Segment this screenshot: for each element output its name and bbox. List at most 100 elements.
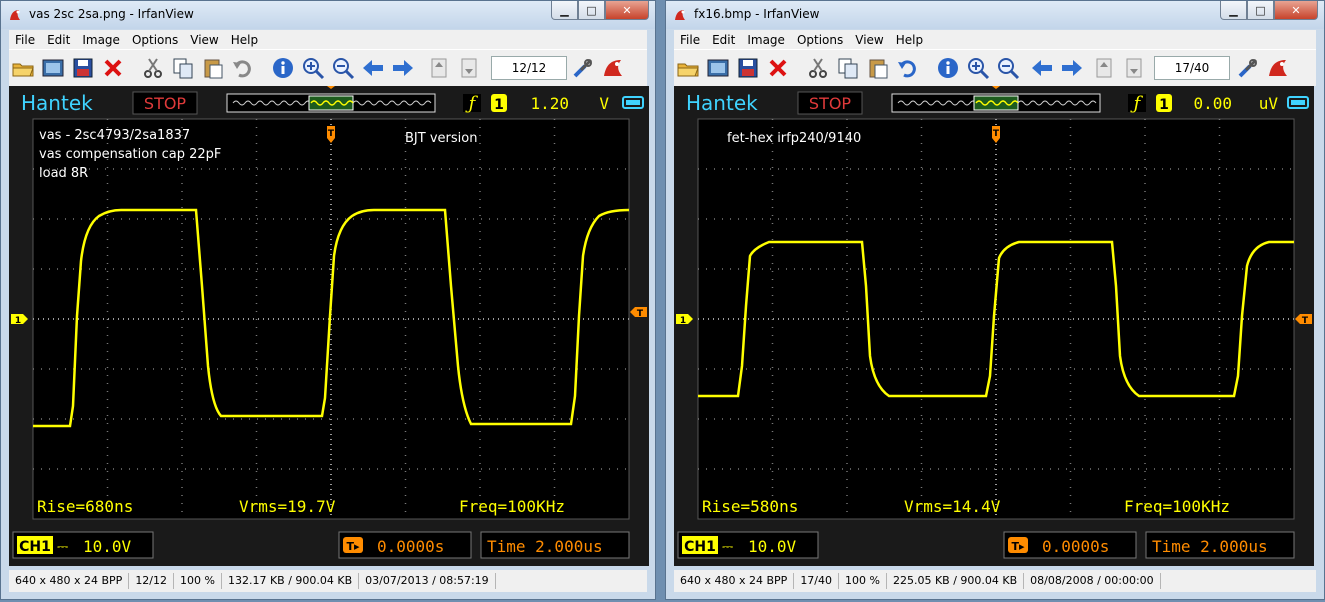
dc-coupling-icon: ⎓ (57, 539, 68, 555)
page-indicator[interactable]: 17/40 (1154, 56, 1230, 80)
info-icon[interactable] (936, 56, 960, 80)
vrms-measurement: Vrms=19.7V (239, 497, 336, 516)
irfanview-app-icon (10, 10, 20, 20)
status-zoom: 100 % (174, 573, 222, 589)
copy-icon[interactable] (171, 56, 195, 80)
status-zoom: 100 % (839, 573, 887, 589)
maximize-button[interactable]: □ (1247, 1, 1274, 20)
delete-icon[interactable] (766, 56, 790, 80)
slideshow-icon[interactable] (706, 56, 730, 80)
status-page: 12/12 (129, 573, 175, 589)
brand-label: Hantek (686, 91, 758, 115)
trigger-level-unit: V (599, 94, 609, 113)
zoom-in-icon[interactable] (966, 56, 990, 80)
info-icon[interactable] (271, 56, 295, 80)
status-file-size: 132.17 KB / 900.04 KB (222, 573, 360, 589)
menu-image[interactable]: Image (76, 33, 126, 47)
menu-view[interactable]: View (849, 33, 889, 47)
status-page: 17/40 (794, 573, 840, 589)
trigger-time-value: 0.0000s (377, 537, 444, 556)
save-icon[interactable] (71, 56, 95, 80)
close-button[interactable]: ✕ (1274, 1, 1318, 20)
settings-tools-icon[interactable] (1236, 56, 1260, 80)
settings-tools-icon[interactable] (571, 56, 595, 80)
menu-help[interactable]: Help (890, 33, 929, 47)
menu-options[interactable]: Options (791, 33, 849, 47)
slideshow-icon[interactable] (41, 56, 65, 80)
trigger-channel-number: 1 (1159, 97, 1169, 113)
annotation-version: BJT version (405, 131, 477, 146)
save-icon[interactable] (736, 56, 760, 80)
menu-help[interactable]: Help (225, 33, 264, 47)
menu-bar: File Edit Image Options View Help (9, 30, 647, 49)
open-folder-icon[interactable] (11, 56, 35, 80)
brand-label: Hantek (21, 91, 93, 115)
next-arrow-icon[interactable] (1060, 56, 1084, 80)
oscilloscope-screen: Hantek STOP ƒ 1 0.00 uV T 1 T fet-hex ir… (674, 86, 1314, 566)
window-controls: ▁ □ ✕ (551, 1, 649, 21)
delete-icon[interactable] (101, 56, 125, 80)
maximize-button[interactable]: □ (578, 1, 605, 20)
close-button[interactable]: ✕ (605, 1, 649, 20)
first-page-icon[interactable] (427, 56, 451, 80)
status-date: 03/07/2013 / 08:57:19 (359, 573, 496, 589)
title-bar[interactable]: fx16.bmp - IrfanView ▁ □ ✕ (666, 1, 1324, 29)
close-icon: ✕ (1291, 3, 1301, 17)
oscilloscope-screen: Hantek STOP ƒ 1 1.20 V T 1 T vas - 2sc47… (9, 86, 649, 566)
menu-image[interactable]: Image (741, 33, 791, 47)
frequency-measurement: Freq=100KHz (459, 497, 565, 516)
paste-icon[interactable] (201, 56, 225, 80)
minimize-button[interactable]: ▁ (551, 1, 578, 20)
window-title: fx16.bmp - IrfanView (694, 7, 820, 21)
status-bar: 640 x 480 x 24 BPP 17/40 100 % 225.05 KB… (674, 570, 1316, 592)
title-bar[interactable]: vas 2sc 2sa.png - IrfanView ▁ □ ✕ (1, 1, 655, 29)
last-page-icon[interactable] (1122, 56, 1146, 80)
previous-arrow-icon[interactable] (1030, 56, 1054, 80)
status-file-size: 225.05 KB / 900.04 KB (887, 573, 1025, 589)
frequency-measurement: Freq=100KHz (1124, 497, 1230, 516)
menu-view[interactable]: View (184, 33, 224, 47)
zoom-in-icon[interactable] (301, 56, 325, 80)
minimize-icon: ▁ (560, 3, 569, 17)
open-folder-icon[interactable] (676, 56, 700, 80)
annotation-line-2: vas compensation cap 22pF (39, 147, 221, 162)
zoom-out-icon[interactable] (331, 56, 355, 80)
toolbar: 12/12 (9, 49, 647, 86)
next-arrow-icon[interactable] (391, 56, 415, 80)
undo-icon[interactable] (231, 56, 255, 80)
battery-level (626, 100, 640, 105)
trigger-time-icon: T▸ (346, 540, 360, 553)
toolbar: 17/40 (674, 49, 1316, 86)
irfanview-logo-icon[interactable] (1266, 56, 1290, 80)
undo-icon[interactable] (896, 56, 920, 80)
menu-file[interactable]: File (674, 33, 706, 47)
run-status-label: STOP (809, 94, 852, 113)
irfanview-logo-icon[interactable] (601, 56, 625, 80)
zoom-out-icon[interactable] (996, 56, 1020, 80)
trigger-channel-number: 1 (494, 97, 504, 113)
page-indicator[interactable]: 12/12 (491, 56, 567, 80)
minimize-button[interactable]: ▁ (1220, 1, 1247, 20)
status-bar: 640 x 480 x 24 BPP 12/12 100 % 132.17 KB… (9, 570, 647, 592)
run-status-label: STOP (144, 94, 187, 113)
cut-icon[interactable] (141, 56, 165, 80)
trigger-level-marker-label: T (1302, 316, 1309, 326)
trigger-time-value: 0.0000s (1042, 537, 1109, 556)
menu-file[interactable]: File (9, 33, 41, 47)
cut-icon[interactable] (806, 56, 830, 80)
trigger-time-marker-label: T (328, 129, 335, 139)
maximize-icon: □ (586, 3, 597, 17)
menu-bar: File Edit Image Options View Help (674, 30, 1316, 49)
irfanview-app-icon (675, 10, 685, 20)
menu-options[interactable]: Options (126, 33, 184, 47)
menu-edit[interactable]: Edit (41, 33, 76, 47)
copy-icon[interactable] (836, 56, 860, 80)
previous-arrow-icon[interactable] (361, 56, 385, 80)
paste-icon[interactable] (866, 56, 890, 80)
last-page-icon[interactable] (457, 56, 481, 80)
rise-time-measurement: Rise=680ns (37, 497, 133, 516)
irfanview-window-right: fx16.bmp - IrfanView ▁ □ ✕ File Edit Ima… (665, 0, 1325, 600)
first-page-icon[interactable] (1092, 56, 1116, 80)
vrms-measurement: Vrms=14.4V (904, 497, 1001, 516)
menu-edit[interactable]: Edit (706, 33, 741, 47)
